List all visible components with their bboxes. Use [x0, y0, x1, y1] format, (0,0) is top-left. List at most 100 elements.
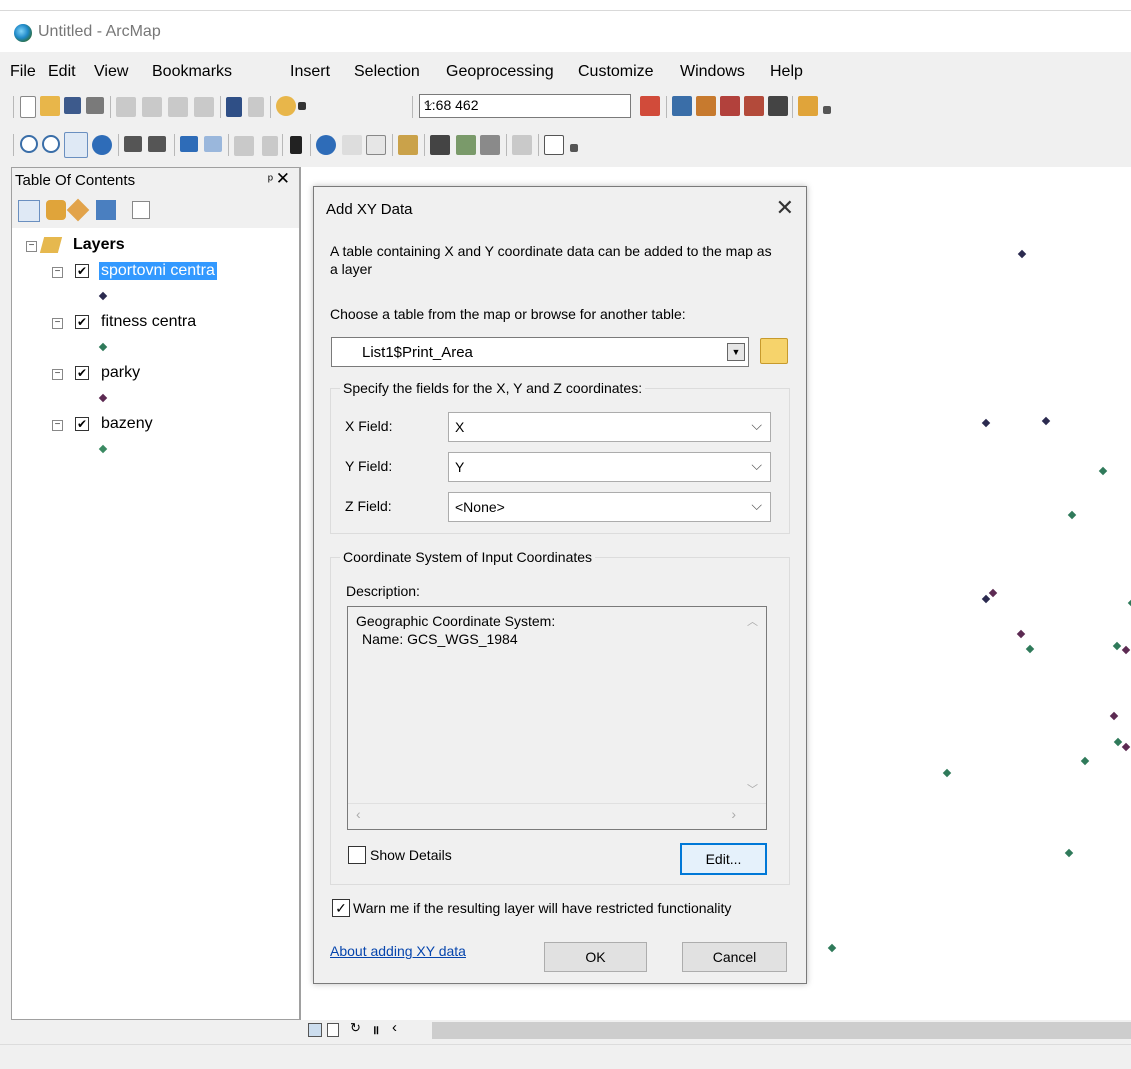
- arctoolbox-icon[interactable]: [744, 96, 764, 116]
- collapse-layer-toggle[interactable]: −: [52, 420, 63, 431]
- layer-visibility-checkbox[interactable]: ✔: [75, 366, 89, 380]
- collapse-layer-toggle[interactable]: −: [52, 267, 63, 278]
- point-symbol-icon[interactable]: [98, 291, 108, 301]
- print-icon[interactable]: [86, 97, 104, 114]
- ok-button[interactable]: OK: [544, 942, 647, 972]
- table-of-contents-icon[interactable]: [672, 96, 692, 116]
- toolbar-options-icon[interactable]: [570, 144, 578, 152]
- chevron-down-icon[interactable]: [298, 102, 306, 110]
- browse-folder-icon[interactable]: [760, 338, 788, 364]
- find-binoculars-icon[interactable]: [430, 135, 450, 155]
- toolbar-options-icon[interactable]: [823, 106, 831, 114]
- list-by-drawing-order-icon[interactable]: [18, 200, 40, 222]
- point-symbol-icon[interactable]: [98, 342, 108, 352]
- open-folder-icon[interactable]: [40, 96, 60, 116]
- editor-toolbar-icon[interactable]: [640, 96, 660, 116]
- scroll-down-icon[interactable]: ﹀: [747, 781, 758, 797]
- horizontal-scrollbar[interactable]: [432, 1022, 1131, 1039]
- add-data-icon[interactable]: [276, 96, 296, 116]
- viewer-window-icon[interactable]: [544, 135, 564, 155]
- menu-help[interactable]: Help: [770, 63, 803, 81]
- menu-selection[interactable]: Selection: [354, 63, 420, 81]
- x-field-select[interactable]: X ⌵: [448, 412, 771, 442]
- list-by-source-icon[interactable]: [46, 200, 66, 220]
- identify-icon[interactable]: [316, 135, 336, 155]
- point-symbol-icon[interactable]: [98, 393, 108, 403]
- forward-extent-icon[interactable]: [204, 136, 222, 152]
- full-extent-globe-icon[interactable]: [92, 135, 112, 155]
- hyperlink-icon[interactable]: [342, 135, 362, 155]
- undo-icon[interactable]: [226, 97, 242, 117]
- layer-name-fitness-centra[interactable]: fitness centra: [101, 313, 196, 331]
- layer-name-sportovni-centra[interactable]: sportovni centra: [99, 262, 217, 280]
- model-builder-icon[interactable]: [798, 96, 818, 116]
- menu-file[interactable]: File: [10, 63, 36, 81]
- new-document-icon[interactable]: [20, 96, 36, 118]
- measure-icon[interactable]: [398, 135, 418, 155]
- pause-drawing-icon[interactable]: ॥: [372, 1021, 379, 1038]
- pan-hand-icon[interactable]: [64, 132, 88, 158]
- zoom-in-icon[interactable]: [20, 135, 38, 153]
- close-icon[interactable]: ✕: [776, 195, 794, 221]
- redo-icon[interactable]: [248, 97, 264, 117]
- save-icon[interactable]: [64, 97, 81, 114]
- scroll-right-icon[interactable]: ›: [731, 806, 736, 822]
- menu-edit[interactable]: Edit: [48, 63, 76, 81]
- pin-icon[interactable]: ᵖ: [268, 171, 273, 187]
- back-extent-icon[interactable]: [180, 136, 198, 152]
- fixed-zoom-in-icon[interactable]: [124, 136, 142, 152]
- menu-insert[interactable]: Insert: [290, 63, 330, 81]
- cut-icon[interactable]: [116, 97, 136, 117]
- collapse-layer-toggle[interactable]: −: [52, 318, 63, 329]
- layers-root-label[interactable]: Layers: [73, 236, 125, 254]
- menu-geoprocessing[interactable]: Geoprocessing: [446, 63, 554, 81]
- scroll-left-icon[interactable]: ‹: [392, 1019, 397, 1036]
- select-features-icon[interactable]: [234, 136, 254, 156]
- go-to-xy-icon[interactable]: [480, 135, 500, 155]
- collapse-layers-toggle[interactable]: −: [26, 241, 37, 252]
- layer-name-bazeny[interactable]: bazeny: [101, 415, 153, 433]
- find-route-icon[interactable]: [456, 135, 476, 155]
- map-scale-combo[interactable]: 1:68 462 ⌵: [419, 94, 631, 118]
- menu-bookmarks[interactable]: Bookmarks: [152, 63, 232, 81]
- refresh-icon[interactable]: ↻: [350, 1020, 361, 1036]
- layer-name-parky[interactable]: parky: [101, 364, 140, 382]
- clear-selection-icon[interactable]: [262, 136, 278, 156]
- menu-windows[interactable]: Windows: [680, 63, 745, 81]
- list-by-visibility-icon[interactable]: [66, 198, 90, 222]
- menu-view[interactable]: View: [94, 63, 128, 81]
- layer-visibility-checkbox[interactable]: ✔: [75, 264, 89, 278]
- python-window-icon[interactable]: [768, 96, 788, 116]
- layer-visibility-checkbox[interactable]: ✔: [75, 315, 89, 329]
- search-window-icon[interactable]: [720, 96, 740, 116]
- collapse-layer-toggle[interactable]: −: [52, 369, 63, 380]
- layer-visibility-checkbox[interactable]: ✔: [75, 417, 89, 431]
- copy-icon[interactable]: [142, 97, 162, 117]
- time-slider-icon[interactable]: [512, 135, 532, 155]
- list-by-selection-icon[interactable]: [96, 200, 116, 220]
- catalog-icon[interactable]: [696, 96, 716, 116]
- scroll-up-icon[interactable]: ︿: [747, 613, 758, 629]
- table-select[interactable]: List1$Print_Area ▼: [331, 337, 749, 367]
- data-view-icon[interactable]: [308, 1023, 322, 1037]
- z-field-select[interactable]: <None> ⌵: [448, 492, 771, 522]
- warn-restricted-checkbox[interactable]: ✓: [332, 899, 350, 917]
- paste-icon[interactable]: [168, 97, 188, 117]
- layout-view-icon[interactable]: [327, 1023, 339, 1037]
- point-symbol-icon[interactable]: [98, 444, 108, 454]
- menu-customize[interactable]: Customize: [578, 63, 654, 81]
- delete-icon[interactable]: [194, 97, 214, 117]
- html-popup-icon[interactable]: [366, 135, 386, 155]
- scroll-left-icon[interactable]: ‹: [356, 806, 361, 822]
- cancel-button[interactable]: Cancel: [682, 942, 787, 972]
- dropdown-arrow-icon[interactable]: ▼: [727, 343, 745, 361]
- select-elements-arrow-icon[interactable]: [290, 136, 302, 154]
- options-icon[interactable]: [132, 201, 150, 219]
- about-adding-xy-data-link[interactable]: About adding XY data: [330, 943, 466, 959]
- fixed-zoom-out-icon[interactable]: [148, 136, 166, 152]
- show-details-checkbox[interactable]: [348, 846, 366, 864]
- close-icon[interactable]: ✕: [276, 169, 290, 189]
- y-field-select[interactable]: Y ⌵: [448, 452, 771, 482]
- edit-button[interactable]: Edit...: [680, 843, 767, 875]
- zoom-out-icon[interactable]: [42, 135, 60, 153]
